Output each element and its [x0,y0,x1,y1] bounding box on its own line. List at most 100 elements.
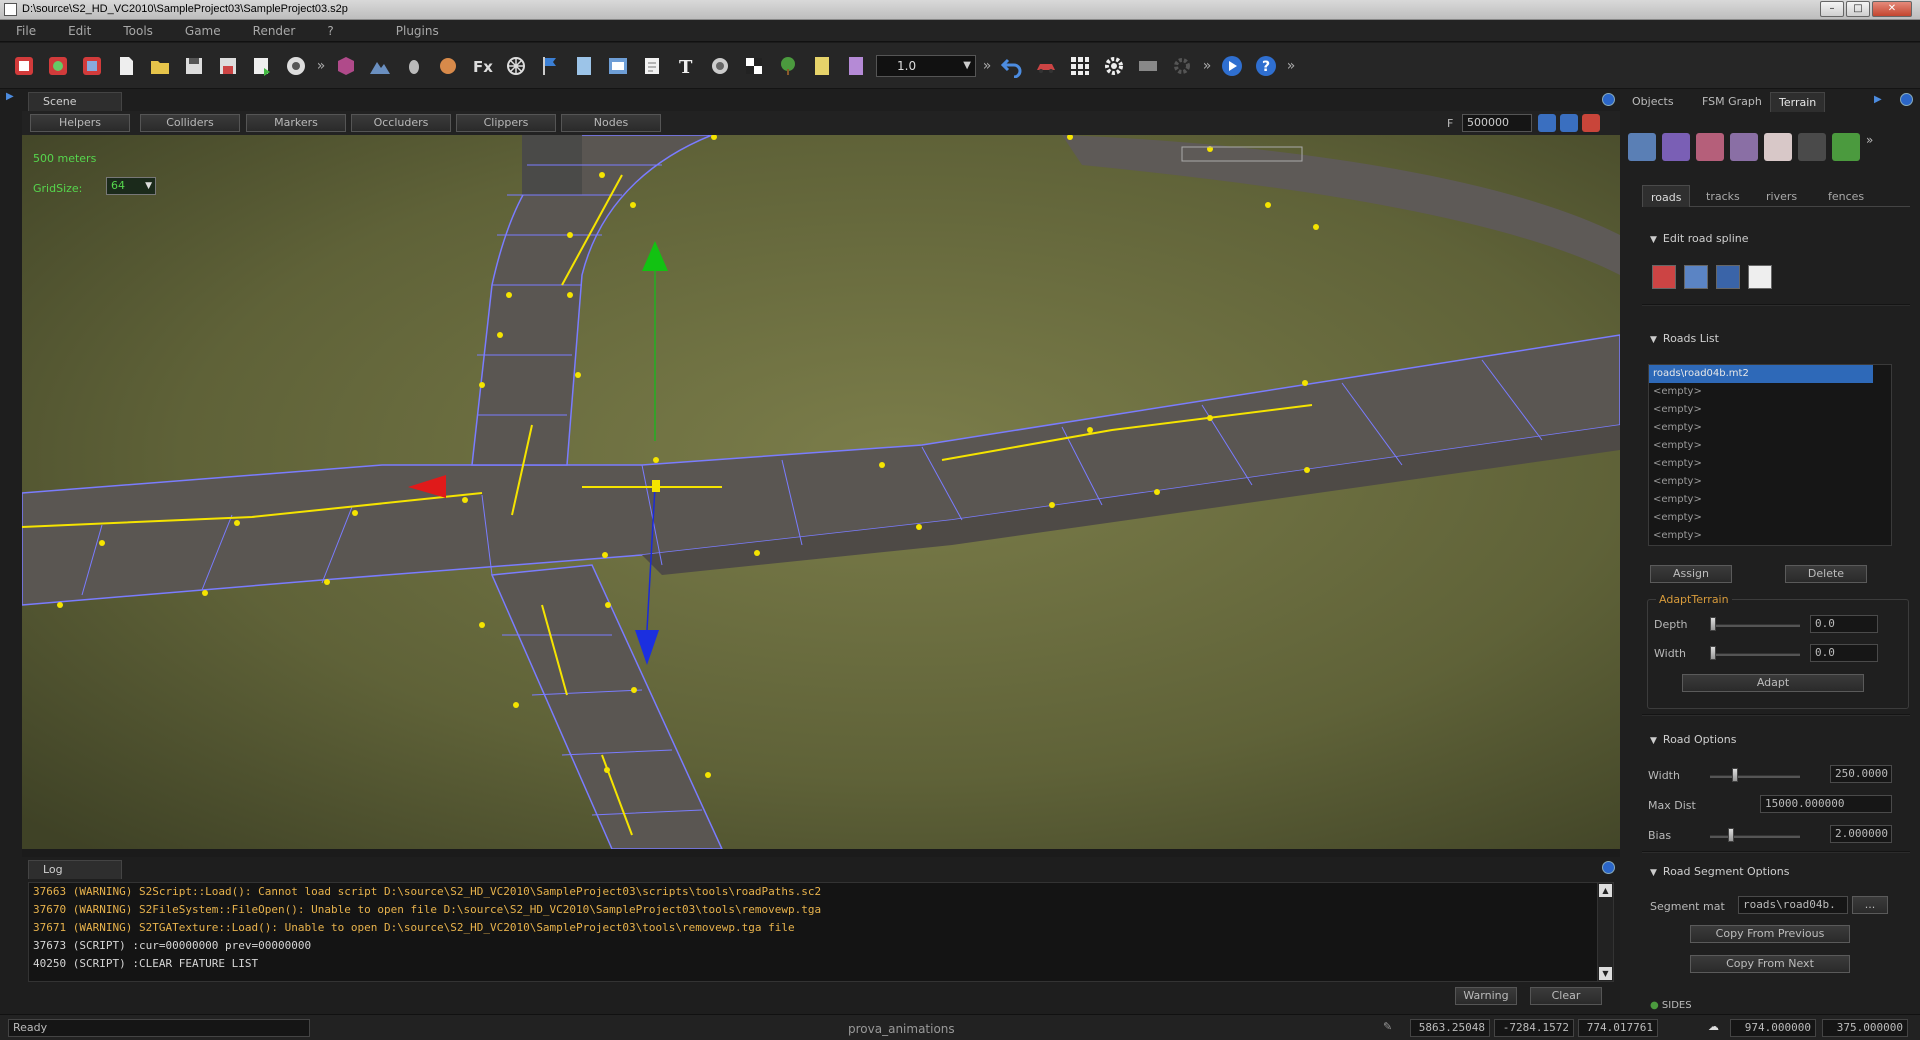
menu-render[interactable]: Render [237,24,312,38]
3d-viewport[interactable]: 500 meters GridSize: 64 ▼ [22,135,1620,849]
help-icon[interactable]: ? [1252,52,1280,80]
tab-fsm-graph[interactable]: FSM Graph [1694,92,1770,112]
terrain-flatten-icon[interactable] [1730,133,1758,161]
graph-icon[interactable] [842,52,870,80]
width-slider-track[interactable] [1710,775,1800,778]
grid-icon[interactable] [1066,52,1094,80]
globe-icon[interactable] [706,52,734,80]
open-folder-icon[interactable] [146,52,174,80]
filter-occluders-button[interactable]: Occluders [351,114,451,132]
filter-clippers-button[interactable]: Clippers [456,114,556,132]
width-value[interactable]: 250.0000 [1830,765,1892,783]
road-tool-icon[interactable] [1764,133,1792,161]
move-point-icon[interactable] [1684,265,1708,289]
flag-icon[interactable] [536,52,564,80]
zoom-combo[interactable]: 1.0 ▼ [876,54,976,77]
toolbar-overflow-4[interactable]: » [1286,58,1296,74]
copy-from-next-button[interactable]: Copy From Next [1690,955,1850,973]
tab-terrain[interactable]: Terrain [1770,92,1826,112]
terrain-paint-icon[interactable] [1696,133,1724,161]
tools-overflow[interactable]: » [1866,133,1873,161]
road-list-item[interactable]: <empty> [1649,419,1891,437]
maximize-button[interactable]: □ [1846,1,1870,17]
road-list-item[interactable]: <empty> [1649,491,1891,509]
sides-header[interactable]: ● SIDES [1650,1000,1692,1014]
road-list-item[interactable]: <empty> [1649,473,1891,491]
car-icon[interactable] [1032,52,1060,80]
play-icon[interactable] [1218,52,1246,80]
keyboard-icon[interactable] [1134,52,1162,80]
log-scrollbar[interactable]: ▲ ▼ [1597,883,1613,981]
subtab-fences[interactable]: fences [1820,185,1872,207]
roads-list-header[interactable]: ▼ Roads List [1650,332,1719,345]
panel-icon[interactable] [604,52,632,80]
adapt-button[interactable]: Adapt [1682,674,1864,692]
pin-icon[interactable] [1602,861,1615,874]
open-project-icon[interactable] [44,52,72,80]
gridsize-select[interactable]: 64 ▼ [106,177,156,195]
pin-icon[interactable] [1900,93,1913,106]
road-list-item[interactable]: <empty> [1649,383,1891,401]
menu-file[interactable]: File [0,24,52,38]
adapt-width-slider-handle[interactable] [1710,646,1716,660]
close-button[interactable]: ✕ [1872,1,1912,17]
hand-icon[interactable] [400,52,428,80]
road-list-item[interactable]: <empty> [1649,509,1891,527]
road-options-header[interactable]: ▼ Road Options [1650,733,1736,746]
play-arrow-icon[interactable]: ▶ [1874,94,1882,105]
fx-icon[interactable]: Fx [468,52,496,80]
road-list-item[interactable]: <empty> [1649,437,1891,455]
menu-help[interactable]: ? [311,24,349,38]
filter-nodes-button[interactable]: Nodes [561,114,661,132]
far-plane-input[interactable]: 500000 [1462,114,1532,132]
add-point-icon[interactable] [1652,265,1676,289]
terrain-smooth-icon[interactable] [1662,133,1690,161]
subtab-rivers[interactable]: rivers [1758,185,1805,207]
menu-plugins[interactable]: Plugins [380,24,455,38]
save-icon[interactable] [180,52,208,80]
maxdist-value[interactable]: 15000.000000 [1760,795,1892,813]
delete-point-icon[interactable] [1748,265,1772,289]
settings-disabled-icon[interactable] [1168,52,1196,80]
depth-slider-handle[interactable] [1710,617,1716,631]
export-icon[interactable] [248,52,276,80]
width-slider-handle[interactable] [1732,768,1738,782]
bias-slider-track[interactable] [1710,835,1800,838]
save-as-icon[interactable] [214,52,242,80]
delete-button[interactable]: Delete [1785,565,1867,583]
checker-icon[interactable] [740,52,768,80]
tab-log[interactable]: Log [28,860,122,879]
camera-reset-icon[interactable] [1538,114,1556,132]
note-icon[interactable] [638,52,666,80]
subtab-tracks[interactable]: tracks [1698,185,1748,207]
roads-list[interactable]: roads\road04b.mt2 <empty> <empty> <empty> <e… [1648,364,1892,546]
undo-icon[interactable] [998,52,1026,80]
gizmo-center[interactable] [652,480,660,492]
warning-filter-button[interactable]: Warning [1455,987,1517,1005]
menu-game[interactable]: Game [169,24,237,38]
filter-helpers-button[interactable]: Helpers [30,114,130,132]
log-output[interactable]: 37663 (WARNING) S2Script::Load(): Cannot… [28,882,1614,982]
pin-icon[interactable] [1602,93,1615,106]
road-list-item[interactable]: <empty> [1649,455,1891,473]
tab-objects[interactable]: Objects [1624,92,1682,112]
segment-options-header[interactable]: ▼ Road Segment Options [1650,865,1789,878]
browse-button[interactable]: ... [1852,896,1888,914]
road-list-item[interactable]: <empty> [1649,401,1891,419]
expand-arrow-icon[interactable]: ▶ [6,91,14,102]
select-point-icon[interactable] [1716,265,1740,289]
assign-button[interactable]: Assign [1650,565,1732,583]
gear-icon[interactable] [1100,52,1128,80]
toolbar-overflow[interactable]: » [316,58,326,74]
adapt-width-slider-track[interactable] [1710,653,1800,656]
text-icon[interactable]: T [672,52,700,80]
toolbar-overflow-2[interactable]: » [982,58,992,74]
sphere-icon[interactable] [434,52,462,80]
menu-edit[interactable]: Edit [52,24,107,38]
bias-slider-handle[interactable] [1728,828,1734,842]
minimize-button[interactable]: – [1820,1,1844,17]
document-icon[interactable] [570,52,598,80]
depth-slider-track[interactable] [1710,624,1800,627]
filter-markers-button[interactable]: Markers [246,114,346,132]
record-icon[interactable] [282,52,310,80]
